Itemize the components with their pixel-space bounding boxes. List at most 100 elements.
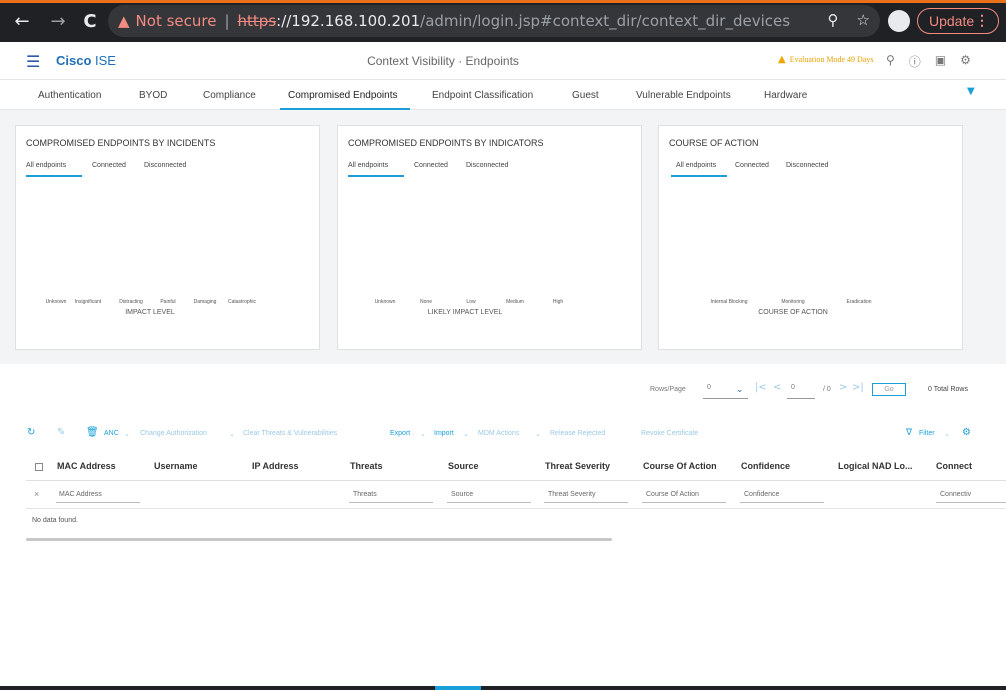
tab-compliance[interactable]: Compliance	[203, 90, 256, 101]
dashlet-title: COMPROMISED ENDPOINTS BY INCIDENTS	[26, 138, 216, 148]
not-secure-label: Not secure	[135, 12, 217, 30]
ise-header: ☰ Cisco ISE Context Visibility · Endpoin…	[0, 42, 1006, 80]
tab-byod[interactable]: BYOD	[139, 90, 167, 101]
x-axis-label: COURSE OF ACTION	[758, 309, 828, 316]
help-icon[interactable]: ⓘ	[909, 53, 921, 70]
more-menu-icon: ⋮	[975, 12, 989, 28]
rows-per-page-label: Rows/Page	[650, 386, 686, 393]
subtab-all-endpoints[interactable]: All endpoints	[676, 162, 716, 169]
filter-confidence[interactable]: Confidence	[744, 491, 779, 498]
subtab-disconnected[interactable]: Disconnected	[786, 162, 828, 169]
active-subtab-indicator	[348, 175, 404, 177]
reload-icon[interactable]: C	[78, 9, 102, 33]
refresh-icon[interactable]: ↻	[27, 427, 35, 438]
subtab-disconnected[interactable]: Disconnected	[144, 162, 186, 169]
search-icon[interactable]: ⚲	[886, 53, 895, 70]
last-page-icon[interactable]: >|	[852, 382, 864, 393]
tab-hardware[interactable]: Hardware	[764, 90, 807, 101]
column-confidence[interactable]: Confidence	[741, 461, 790, 471]
filter-underline	[447, 502, 531, 503]
x-tick: None	[420, 299, 432, 305]
filter-threat-severity[interactable]: Threat Severity	[548, 491, 595, 498]
filter-menu[interactable]: Filter	[919, 430, 935, 437]
x-tick: Distracting	[119, 299, 143, 305]
column-connectivity[interactable]: Connect	[936, 461, 972, 471]
active-subtab-indicator	[671, 175, 727, 177]
address-separator: |	[224, 12, 230, 30]
filter-course-of-action[interactable]: Course Of Action	[646, 491, 699, 498]
x-tick: Unknown	[374, 299, 396, 305]
filter-underline	[56, 502, 140, 503]
tab-vulnerable-endpoints[interactable]: Vulnerable Endpoints	[636, 90, 731, 101]
column-username[interactable]: Username	[154, 461, 198, 471]
update-button[interactable]: Update ⋮	[917, 8, 999, 34]
chevron-down-icon[interactable]: ▼	[967, 86, 975, 97]
filter-underline	[740, 502, 824, 503]
star-icon[interactable]: ☆	[857, 11, 870, 29]
rows-per-page-select[interactable]: 0	[707, 384, 711, 391]
subtab-disconnected[interactable]: Disconnected	[466, 162, 508, 169]
first-page-icon[interactable]: |<	[755, 382, 767, 393]
filter-source[interactable]: Source	[451, 491, 473, 498]
select-all-checkbox[interactable]	[35, 463, 43, 471]
evaluation-notice[interactable]: ▲ Evaluation Mode 49 Days	[778, 54, 873, 65]
dashlet-title: COMPROMISED ENDPOINTS BY INDICATORS	[348, 138, 544, 148]
url-scheme: https	[237, 12, 277, 30]
anc-menu[interactable]: ANC	[104, 430, 119, 437]
trash-icon[interactable]: 🗑	[86, 427, 99, 438]
edit-icon[interactable]: ✎	[57, 427, 65, 438]
table-header: MAC Address Username IP Address Threats …	[26, 451, 1006, 481]
release-rejected-button[interactable]: Release Rejected	[550, 430, 605, 437]
subtab-all-endpoints[interactable]: All endpoints	[26, 162, 66, 169]
column-mac-address[interactable]: MAC Address	[57, 461, 116, 471]
column-threat-severity[interactable]: Threat Severity	[545, 461, 610, 471]
chevron-down-icon: ⌄	[944, 431, 950, 438]
close-icon[interactable]: ×	[34, 489, 39, 499]
filter-threats[interactable]: Threats	[353, 491, 377, 498]
subtab-all-endpoints[interactable]: All endpoints	[348, 162, 388, 169]
go-button[interactable]: Go	[872, 383, 906, 396]
dashlet-course-of-action: COURSE OF ACTION All endpoints Connected…	[658, 125, 963, 350]
taskbar	[0, 686, 1006, 690]
filter-mac-address[interactable]: MAC Address	[59, 491, 102, 498]
export-menu[interactable]: Export	[390, 430, 410, 437]
page-input[interactable]: 0	[791, 384, 795, 391]
prev-page-icon[interactable]: <	[773, 382, 781, 393]
page-title: Context Visibility · Endpoints	[367, 54, 519, 68]
column-course-of-action[interactable]: Course Of Action	[643, 461, 717, 471]
column-logical-nad-location[interactable]: Logical NAD Lo...	[838, 461, 913, 471]
next-page-icon[interactable]: >	[839, 382, 847, 393]
zoom-icon[interactable]: ⚲	[828, 11, 839, 29]
subtab-connected[interactable]: Connected	[414, 162, 448, 169]
tab-guest[interactable]: Guest	[572, 90, 599, 101]
monitor-icon[interactable]: ▣	[935, 53, 946, 70]
tab-endpoint-classification[interactable]: Endpoint Classification	[432, 90, 533, 101]
gear-icon[interactable]: ⚙	[962, 427, 971, 438]
column-ip-address[interactable]: IP Address	[252, 461, 299, 471]
x-tick: Catastrophic	[227, 299, 257, 305]
column-source[interactable]: Source	[448, 461, 479, 471]
x-tick: Unknown	[45, 299, 67, 305]
subtab-connected[interactable]: Connected	[735, 162, 769, 169]
subtab-connected[interactable]: Connected	[92, 162, 126, 169]
tab-compromised-endpoints[interactable]: Compromised Endpoints	[288, 90, 398, 101]
column-threats[interactable]: Threats	[350, 461, 383, 471]
back-arrow-icon[interactable]: ←	[10, 9, 34, 33]
gear-icon[interactable]: ⚙	[960, 53, 971, 70]
address-bar[interactable]: ▲ Not secure | https://192.168.100.201/a…	[108, 5, 880, 37]
horizontal-scrollbar[interactable]	[26, 538, 612, 541]
profile-avatar[interactable]	[888, 10, 910, 32]
tab-authentication[interactable]: Authentication	[38, 90, 101, 101]
import-menu[interactable]: Import	[434, 430, 454, 437]
clear-threats-button[interactable]: Clear Threats & Vulnerabilities	[243, 430, 337, 437]
x-axis-label: LIKELY IMPACT LEVEL	[427, 309, 503, 316]
filter-connectivity[interactable]: Connectiv	[940, 491, 971, 498]
mdm-actions-menu[interactable]: MDM Actions	[478, 430, 519, 437]
revoke-certificate-button[interactable]: Revoke Certificate	[641, 430, 698, 437]
chevron-down-icon[interactable]: ⌄	[736, 384, 744, 395]
change-authorization-menu[interactable]: Change Authorization	[140, 430, 207, 437]
rows-per-page-underline	[703, 398, 748, 399]
forward-arrow-icon[interactable]: →	[46, 9, 70, 33]
x-tick: Painful	[160, 299, 176, 305]
filter-underline	[544, 502, 628, 503]
